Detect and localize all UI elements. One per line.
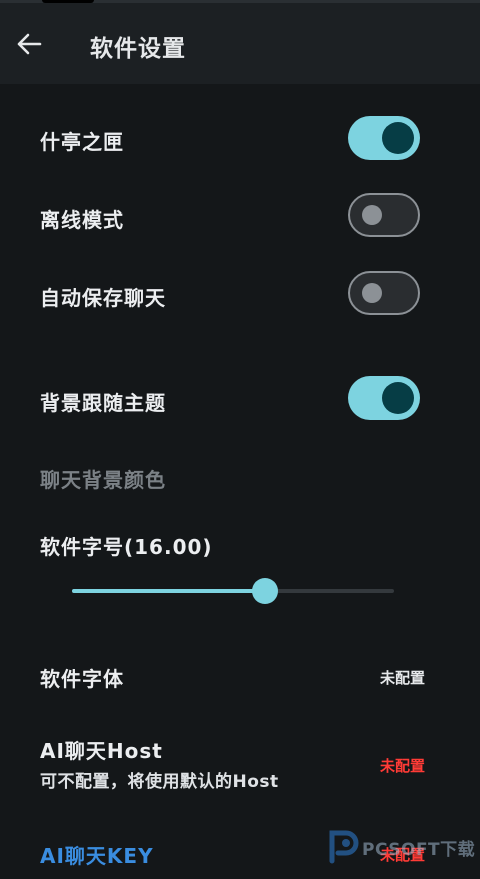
slider-thumb[interactable] xyxy=(252,578,278,604)
toggle-knob xyxy=(362,283,382,303)
settings-screen: 软件设置 什亭之匣 离线模式 自动保存聊天 背景跟随主题 聊天背景颜色 软件字号… xyxy=(0,0,480,879)
zen-box-toggle[interactable] xyxy=(348,116,420,160)
font-value: 未配置 xyxy=(379,669,425,687)
font-size-label: 软件字号(16.00) xyxy=(40,535,213,559)
ai-host-description: 可不配置，将使用默认的Host xyxy=(40,772,279,792)
slider-fill xyxy=(72,589,265,593)
bg-follow-theme-label: 背景跟随主题 xyxy=(40,391,166,415)
page-title: 软件设置 xyxy=(90,36,186,62)
font-size-slider[interactable] xyxy=(72,578,394,604)
watermark-text: PCSOFT下载 xyxy=(362,840,476,860)
toggle-knob xyxy=(382,122,414,154)
bg-follow-theme-toggle[interactable] xyxy=(348,376,420,420)
ai-host-value: 未配置 xyxy=(379,757,425,775)
offline-mode-toggle[interactable] xyxy=(348,193,420,237)
watermark: PCSOFT下载 xyxy=(326,827,476,867)
arrow-left-icon xyxy=(17,33,42,55)
ai-host-label[interactable]: AI聊天Host xyxy=(40,735,163,764)
back-button[interactable] xyxy=(10,25,48,63)
offline-mode-label: 离线模式 xyxy=(40,208,124,232)
toggle-knob xyxy=(362,205,382,225)
toggle-knob xyxy=(382,382,414,414)
pcsoft-logo-icon xyxy=(329,830,359,864)
font-label[interactable]: 软件字体 xyxy=(40,663,124,692)
autosave-chat-toggle[interactable] xyxy=(348,271,420,315)
app-bar: 软件设置 xyxy=(0,3,480,84)
chat-bg-color-item[interactable]: 聊天背景颜色 xyxy=(40,464,166,493)
ai-key-label[interactable]: AI聊天KEY xyxy=(40,840,154,869)
autosave-chat-label: 自动保存聊天 xyxy=(40,286,166,310)
zen-box-label: 什亭之匣 xyxy=(40,130,124,154)
